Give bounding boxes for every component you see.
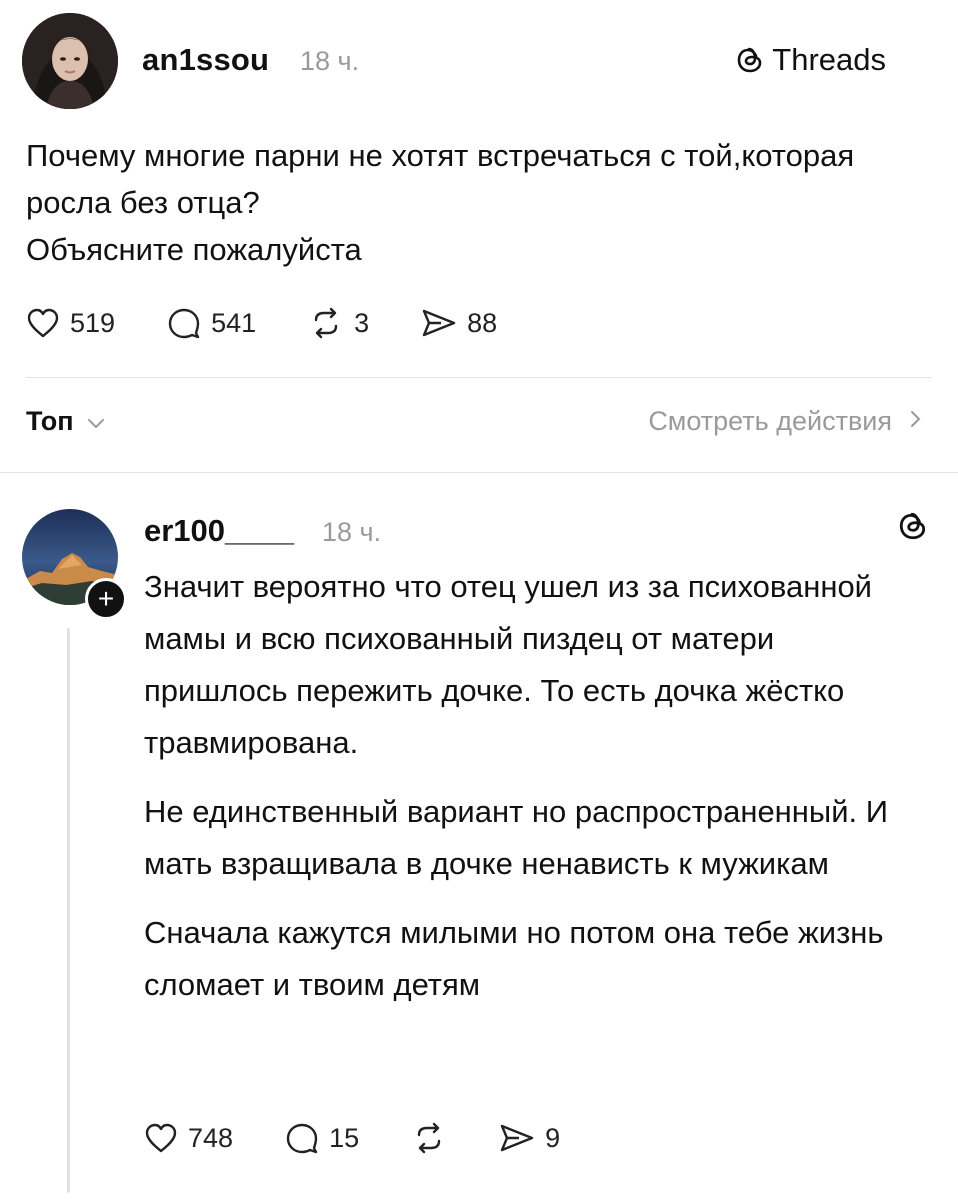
post-timestamp: 18 ч. bbox=[300, 46, 360, 76]
share-count: 9 bbox=[545, 1122, 561, 1153]
threads-badge: Threads bbox=[736, 42, 886, 78]
sort-dropdown[interactable]: Топ bbox=[26, 406, 106, 437]
share-button[interactable]: 88 bbox=[421, 307, 497, 339]
author-avatar[interactable] bbox=[22, 13, 118, 109]
view-activity-link[interactable]: Смотреть действия bbox=[648, 406, 922, 437]
repost-count: 3 bbox=[354, 307, 370, 338]
repost-button[interactable]: 3 bbox=[308, 307, 369, 339]
sort-label: Топ bbox=[26, 406, 74, 436]
chevron-down-icon bbox=[86, 406, 106, 437]
section-divider bbox=[0, 472, 958, 473]
chevron-right-icon bbox=[908, 406, 922, 437]
like-count: 748 bbox=[188, 1122, 234, 1153]
threads-brand-label: Threads bbox=[772, 42, 886, 77]
thread-connector-line bbox=[67, 628, 70, 1193]
reply-author-username[interactable]: er100____ bbox=[144, 513, 294, 549]
like-button[interactable]: 519 bbox=[26, 307, 115, 339]
send-icon bbox=[499, 1122, 535, 1154]
reply-action-bar: 748 15 9 bbox=[144, 1122, 612, 1154]
send-icon bbox=[421, 307, 457, 339]
speech-bubble-icon bbox=[167, 307, 201, 339]
reply-paragraph: Сначала кажутся милыми но потом она тебе… bbox=[144, 915, 884, 1002]
like-button[interactable]: 748 bbox=[144, 1122, 233, 1154]
reply-body: Значит вероятно что отец ушел из за псих… bbox=[144, 561, 924, 1028]
threads-logo-icon bbox=[736, 45, 764, 75]
post-paragraph: Объясните пожалуйста bbox=[26, 232, 362, 267]
heart-icon bbox=[144, 1122, 178, 1154]
heart-icon bbox=[26, 307, 60, 339]
section-divider bbox=[26, 377, 932, 378]
share-count: 88 bbox=[467, 307, 498, 338]
follow-plus-button[interactable]: + bbox=[85, 578, 127, 620]
threads-logo-icon[interactable] bbox=[898, 510, 928, 547]
comment-button[interactable]: 15 bbox=[285, 1122, 359, 1154]
post-action-bar: 519 541 3 88 bbox=[26, 307, 549, 339]
repost-arrows-icon bbox=[411, 1122, 447, 1154]
post-body: Почему многие парни не хотят встречаться… bbox=[26, 132, 906, 273]
comment-count: 15 bbox=[329, 1122, 360, 1153]
like-count: 519 bbox=[70, 307, 116, 338]
view-activity-label: Смотреть действия bbox=[648, 406, 892, 436]
author-avatar-image bbox=[22, 13, 118, 109]
post-paragraph: Почему многие парни не хотят встречаться… bbox=[26, 138, 855, 220]
comment-button[interactable]: 541 bbox=[167, 307, 256, 339]
reply-timestamp: 18 ч. bbox=[322, 517, 382, 547]
reply-paragraph: Не единственный вариант но распространен… bbox=[144, 794, 889, 881]
comment-count: 541 bbox=[211, 307, 257, 338]
post-author-username[interactable]: an1ssou bbox=[142, 42, 269, 78]
repost-arrows-icon bbox=[308, 307, 344, 339]
repost-button[interactable] bbox=[411, 1122, 447, 1154]
share-button[interactable]: 9 bbox=[499, 1122, 560, 1154]
reply-paragraph: Значит вероятно что отец ушел из за псих… bbox=[144, 569, 873, 760]
speech-bubble-icon bbox=[285, 1122, 319, 1154]
